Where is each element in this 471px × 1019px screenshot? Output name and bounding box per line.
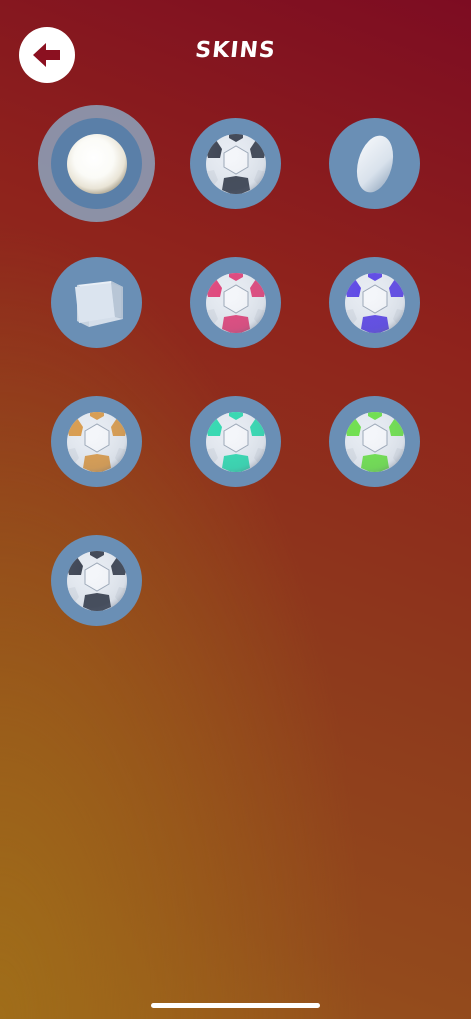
soccer-ball-icon (205, 133, 266, 194)
skin-slot-soccer-ball-orange[interactable] (51, 396, 142, 487)
skin-slot-soccer-ball-black[interactable] (190, 118, 281, 209)
home-indicator[interactable] (151, 1003, 320, 1008)
egg-icon (356, 135, 393, 192)
soccer-ball-icon (66, 550, 127, 611)
skin-slot-cube[interactable] (51, 257, 142, 348)
skins-grid (51, 118, 421, 626)
skin-slot-soccer-ball-black-2[interactable] (51, 535, 142, 626)
sphere-icon (66, 133, 127, 194)
page-title: SKINS (194, 38, 277, 63)
skin-slot-white-sphere[interactable] (51, 118, 142, 209)
skin-slot-soccer-ball-green[interactable] (329, 396, 420, 487)
skin-slot-soccer-ball-teal[interactable] (190, 396, 281, 487)
skin-slot-egg[interactable] (329, 118, 420, 209)
cube-icon (74, 280, 123, 327)
soccer-ball-icon (344, 272, 405, 333)
skin-slot-soccer-ball-pink[interactable] (190, 257, 281, 348)
soccer-ball-icon (344, 411, 405, 472)
skin-slot-soccer-ball-purple[interactable] (329, 257, 420, 348)
soccer-ball-icon (66, 411, 127, 472)
soccer-ball-icon (205, 272, 266, 333)
soccer-ball-icon (205, 411, 266, 472)
